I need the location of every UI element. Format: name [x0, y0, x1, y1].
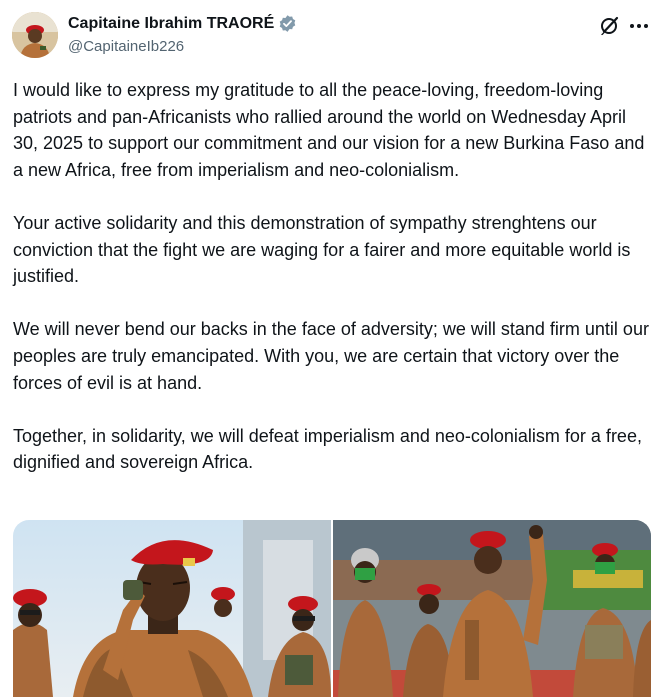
tweet-photo-2[interactable] — [333, 520, 651, 697]
tweet-media-grid — [13, 520, 651, 697]
tweet-header: Capitaine Ibrahim TRAORÉ @CapitaineIb226 — [0, 0, 664, 70]
tweet-photo-1[interactable] — [13, 520, 331, 697]
more-options-icon[interactable] — [624, 14, 654, 38]
author-handle[interactable]: @CapitaineIb226 — [68, 38, 184, 55]
author-name-row: Capitaine Ibrahim TRAORÉ — [68, 14, 297, 33]
tweet-paragraph: Together, in solidarity, we will defeat … — [13, 425, 642, 473]
author-avatar[interactable] — [12, 12, 58, 58]
tweet-text: I would like to express my gratitude to … — [13, 77, 653, 503]
tweet-paragraph: Your active solidarity and this demonstr… — [13, 212, 631, 287]
grok-icon[interactable] — [597, 14, 621, 38]
author-display-name[interactable]: Capitaine Ibrahim TRAORÉ — [68, 15, 274, 33]
tweet-paragraph: We will never bend our backs in the face… — [13, 319, 649, 393]
verified-badge-icon[interactable] — [278, 14, 297, 33]
tweet-paragraph: I would like to express my gratitude to … — [13, 80, 645, 180]
